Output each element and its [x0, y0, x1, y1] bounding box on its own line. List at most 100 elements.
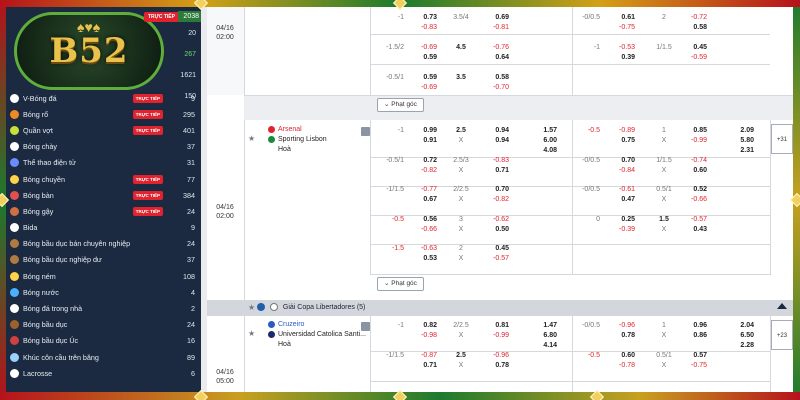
odds-1x2-half[interactable]: 2.09 — [722, 126, 754, 135]
corner-kick-button[interactable]: ⌄ Phạt góc — [377, 98, 424, 112]
odds-value[interactable]: 0.81 — [477, 321, 509, 330]
favorite-star-icon[interactable]: ★ — [248, 329, 255, 338]
more-markets-button[interactable]: +23 — [771, 320, 793, 350]
odds-1x2[interactable]: 1.47 — [525, 321, 557, 330]
odds-value[interactable]: -0.5 — [372, 215, 404, 224]
odds-value[interactable]: -0.59 — [677, 53, 707, 62]
odds-value[interactable]: 4.5 — [447, 43, 475, 52]
brand-logo[interactable]: ♠♥♠ B52 — [14, 12, 164, 90]
odds-value[interactable]: -0.70 — [477, 83, 509, 92]
odds-value[interactable]: 0.78 — [477, 361, 509, 370]
odds-value[interactable]: -0.84 — [605, 166, 635, 175]
odds-value[interactable]: 0.99 — [407, 126, 437, 135]
odds-1x2[interactable]: 1.57 — [525, 126, 557, 135]
odds-value[interactable]: -0.63 — [407, 244, 437, 253]
odds-value[interactable]: 0.59 — [407, 53, 437, 62]
odds-value[interactable]: -1.5 — [372, 244, 404, 253]
odds-value[interactable]: -0.78 — [605, 361, 635, 370]
sport-item[interactable]: Bóng đá trong nhà 2 — [6, 300, 201, 316]
odds-value[interactable]: 0.61 — [605, 13, 635, 22]
odds-1x2-half[interactable]: 2.04 — [722, 321, 754, 330]
odds-value[interactable]: 0.45 — [677, 43, 707, 52]
odds-value[interactable]: 0.71 — [407, 361, 437, 370]
odds-value[interactable]: 3.5 — [447, 73, 475, 82]
odds-value[interactable]: -0.87 — [407, 351, 437, 360]
odds-1x2-half[interactable]: 2.31 — [722, 146, 754, 155]
sport-item[interactable]: Bóng bầu dục 24 — [6, 317, 201, 333]
sport-item[interactable]: Bida 9 — [6, 220, 201, 236]
more-markets-button[interactable]: +31 — [771, 124, 793, 154]
odds-value[interactable]: 0.67 — [407, 195, 437, 204]
odds-value[interactable]: -0.83 — [407, 23, 437, 32]
stats-icon[interactable] — [361, 127, 370, 136]
odds-value[interactable]: -0.57 — [677, 215, 707, 224]
odds-1x2-half[interactable]: 6.50 — [722, 331, 754, 340]
odds-1x2[interactable]: 4.08 — [525, 146, 557, 155]
odds-value[interactable]: -0.82 — [407, 166, 437, 175]
odds-value[interactable]: -0.83 — [477, 156, 509, 165]
odds-value[interactable]: -0.53 — [605, 43, 635, 52]
odds-value[interactable]: -0.82 — [477, 195, 509, 204]
odds-value[interactable]: -0.72 — [677, 13, 707, 22]
odds-value[interactable]: 0.45 — [477, 244, 509, 253]
live-badge[interactable]: TRỰC TIẾP — [132, 174, 163, 184]
odds-1x2[interactable]: 6.00 — [525, 136, 557, 145]
odds-value[interactable]: -0.77 — [407, 185, 437, 194]
odds-value[interactable]: -0.76 — [477, 43, 509, 52]
live-badge[interactable]: TRỰC TIẾP — [132, 93, 163, 103]
odds-value[interactable]: 0.70 — [605, 156, 635, 165]
odds-value[interactable]: 0.75 — [605, 136, 635, 145]
odds-value[interactable]: -0.5 — [574, 351, 600, 360]
away-team[interactable]: Sporting Lisbon — [268, 135, 327, 145]
odds-value[interactable]: 0.91 — [407, 136, 437, 145]
odds-value[interactable]: -0.5 — [574, 126, 600, 135]
sport-item[interactable]: Bóng bầu dục Úc 16 — [6, 333, 201, 349]
odds-value[interactable]: 0.94 — [477, 136, 509, 145]
odds-1x2[interactable]: 4.14 — [525, 341, 557, 350]
odds-value[interactable]: -0.62 — [477, 215, 509, 224]
odds-value[interactable]: 0.73 — [407, 13, 437, 22]
sport-item[interactable]: Bóng bầu dục bán chuyên nghiệp 24 — [6, 236, 201, 252]
odds-value[interactable]: -0.66 — [677, 195, 707, 204]
league-header[interactable]: ★ Giải Copa Libertadores (5) — [207, 300, 793, 316]
odds-value[interactable]: -0.57 — [477, 254, 509, 263]
home-team[interactable]: Arsenal — [268, 125, 302, 135]
odds-value[interactable]: 0.85 — [677, 126, 707, 135]
sport-item[interactable]: Bóng chuyền TRỰC TIẾP 77 — [6, 171, 201, 187]
sport-item[interactable]: Lacrosse 6 — [6, 365, 201, 381]
away-team[interactable]: Universidad Catolica Santi... — [268, 330, 366, 340]
favorite-star-icon[interactable]: ★ — [248, 300, 255, 316]
sport-item[interactable]: V-Bóng đá TRỰC TIẾP 9 — [6, 90, 201, 106]
odds-value[interactable]: -0.89 — [605, 126, 635, 135]
odds-value[interactable]: 0.43 — [677, 225, 707, 234]
sport-item[interactable]: Quần vợt TRỰC TIẾP 401 — [6, 122, 201, 138]
live-badge[interactable]: TRỰC TIẾP — [132, 125, 163, 135]
live-badge[interactable]: TRỰC TIẾP — [132, 109, 163, 119]
odds-value[interactable]: 0.39 — [605, 53, 635, 62]
odds-value[interactable]: -0.99 — [677, 136, 707, 145]
odds-value[interactable]: 0.47 — [605, 195, 635, 204]
odds-value[interactable]: -0.61 — [605, 185, 635, 194]
odds-1x2-half[interactable]: 5.80 — [722, 136, 754, 145]
odds-value[interactable]: -0.69 — [407, 43, 437, 52]
odds-value[interactable]: 0.96 — [677, 321, 707, 330]
odds-value[interactable]: -0.75 — [605, 23, 635, 32]
odds-1x2-half[interactable]: 2.28 — [722, 341, 754, 350]
odds-value[interactable]: -0.69 — [407, 83, 437, 92]
odds-value[interactable]: 0.52 — [677, 185, 707, 194]
odds-value[interactable]: 0.25 — [605, 215, 635, 224]
odds-value[interactable]: 0.64 — [477, 53, 509, 62]
live-badge[interactable]: TRỰC TIẾP — [132, 190, 163, 200]
odds-value[interactable]: 0.78 — [605, 331, 635, 340]
sport-item[interactable]: Bóng chày 37 — [6, 139, 201, 155]
live-badge[interactable]: TRỰC TIẾP — [132, 206, 163, 216]
odds-value[interactable]: 0.70 — [477, 185, 509, 194]
odds-value[interactable]: 2.5 — [447, 126, 475, 135]
stats-icon[interactable] — [361, 322, 370, 331]
odds-value[interactable]: -0.74 — [677, 156, 707, 165]
corner-kick-button[interactable]: ⌄ Phạt góc — [377, 277, 424, 291]
odds-value[interactable]: 0.69 — [477, 13, 509, 22]
odds-value[interactable]: -0.81 — [477, 23, 509, 32]
odds-value[interactable]: 0.60 — [677, 166, 707, 175]
sport-item[interactable]: Bóng ném 108 — [6, 268, 201, 284]
